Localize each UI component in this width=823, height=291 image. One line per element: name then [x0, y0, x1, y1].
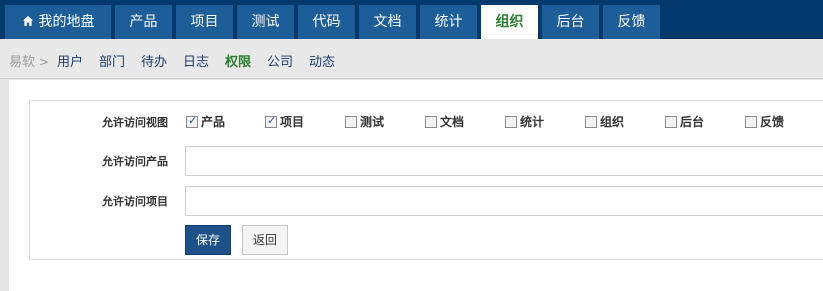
checkbox-label: 项目: [280, 115, 305, 129]
checkbox-box[interactable]: [505, 116, 517, 128]
nav-item-project[interactable]: 项目: [176, 5, 233, 39]
nav-item-label: 后台: [556, 14, 585, 30]
nav-item-product[interactable]: 产品: [115, 5, 172, 39]
subnav-link-user[interactable]: 用户: [57, 51, 83, 70]
checkbox-box[interactable]: [425, 116, 437, 128]
nav-item-code[interactable]: 代码: [298, 5, 355, 39]
save-button[interactable]: 保存: [185, 225, 231, 255]
products-label: 允许访问产品: [102, 155, 168, 168]
subnav-link-permission[interactable]: 权限: [225, 51, 251, 70]
nav-item-report[interactable]: 统计: [420, 5, 477, 39]
subnav-link-log[interactable]: 日志: [183, 51, 209, 70]
checkbox-label: 组织: [600, 115, 625, 129]
top-nav: 我的地盘 产品 项目 测试 代码 文档 统计 组织 后台 反馈: [0, 0, 823, 39]
view-checkbox-admin[interactable]: 后台: [665, 113, 704, 130]
view-checkbox-project[interactable]: 项目: [265, 113, 304, 130]
subnav-link-todo[interactable]: 待办: [141, 51, 167, 70]
nav-item-label: 统计: [434, 14, 463, 30]
checkbox-box[interactable]: [745, 116, 757, 128]
back-button[interactable]: 返回: [242, 225, 288, 255]
view-checkbox-company[interactable]: 组织: [585, 113, 624, 130]
breadcrumb[interactable]: 易软 >: [9, 51, 49, 70]
products-select[interactable]: [185, 146, 823, 176]
nav-item-label: 组织: [495, 14, 524, 30]
checkbox-box[interactable]: [345, 116, 357, 128]
views-label: 允许访问视图: [102, 116, 168, 129]
nav-item-label: 我的地盘: [38, 14, 95, 30]
nav-item-doc[interactable]: 文档: [359, 5, 416, 39]
checkbox-label: 文档: [440, 115, 465, 129]
nav-item-label: 测试: [251, 14, 280, 30]
projects-select[interactable]: [185, 186, 823, 216]
nav-item-company[interactable]: 组织: [481, 5, 538, 39]
view-checkbox-feedback[interactable]: 反馈: [745, 113, 784, 130]
breadcrumb-label: 易软: [9, 55, 36, 70]
view-checkbox-product[interactable]: 产品: [186, 113, 225, 130]
checkbox-label: 后台: [680, 115, 705, 129]
checkbox-label: 统计: [520, 115, 545, 129]
nav-item-label: 产品: [129, 14, 158, 30]
checkbox-box[interactable]: [186, 114, 198, 128]
nav-item-label: 项目: [190, 14, 219, 30]
checkbox-box[interactable]: [665, 116, 677, 128]
checkbox-label: 产品: [201, 115, 226, 129]
subnav-link-dynamic[interactable]: 动态: [309, 51, 335, 70]
subnav-link-dept[interactable]: 部门: [99, 51, 125, 70]
main-content: 允许访问视图 产品 项目 测试 文档 统计 组织 后台 反馈 允许访问产品 允许…: [9, 80, 823, 291]
checkbox-box[interactable]: [585, 116, 597, 128]
nav-item-test[interactable]: 测试: [237, 5, 294, 39]
nav-item-label: 代码: [312, 14, 341, 30]
permission-form: 允许访问视图 产品 项目 测试 文档 统计 组织 后台 反馈 允许访问产品 允许…: [29, 100, 823, 260]
nav-item-my-dashboard[interactable]: 我的地盘: [5, 5, 111, 39]
nav-item-label: 反馈: [617, 14, 646, 30]
nav-item-admin[interactable]: 后台: [542, 5, 599, 39]
subnav-link-company[interactable]: 公司: [267, 51, 293, 70]
projects-label: 允许访问项目: [102, 195, 168, 208]
chevron-right-icon: >: [39, 55, 50, 69]
checkbox-label: 测试: [360, 115, 385, 129]
nav-item-label: 文档: [373, 14, 402, 30]
checkbox-box[interactable]: [265, 114, 277, 128]
nav-item-feedback[interactable]: 反馈: [603, 5, 660, 39]
view-checkbox-test[interactable]: 测试: [345, 113, 384, 130]
view-checkbox-doc[interactable]: 文档: [425, 113, 464, 130]
home-icon: [22, 16, 33, 26]
checkbox-label: 反馈: [760, 115, 785, 129]
sub-nav: 易软 > 用户 部门 待办 日志 权限 公司 动态: [0, 39, 823, 79]
view-checkbox-report[interactable]: 统计: [505, 113, 544, 130]
